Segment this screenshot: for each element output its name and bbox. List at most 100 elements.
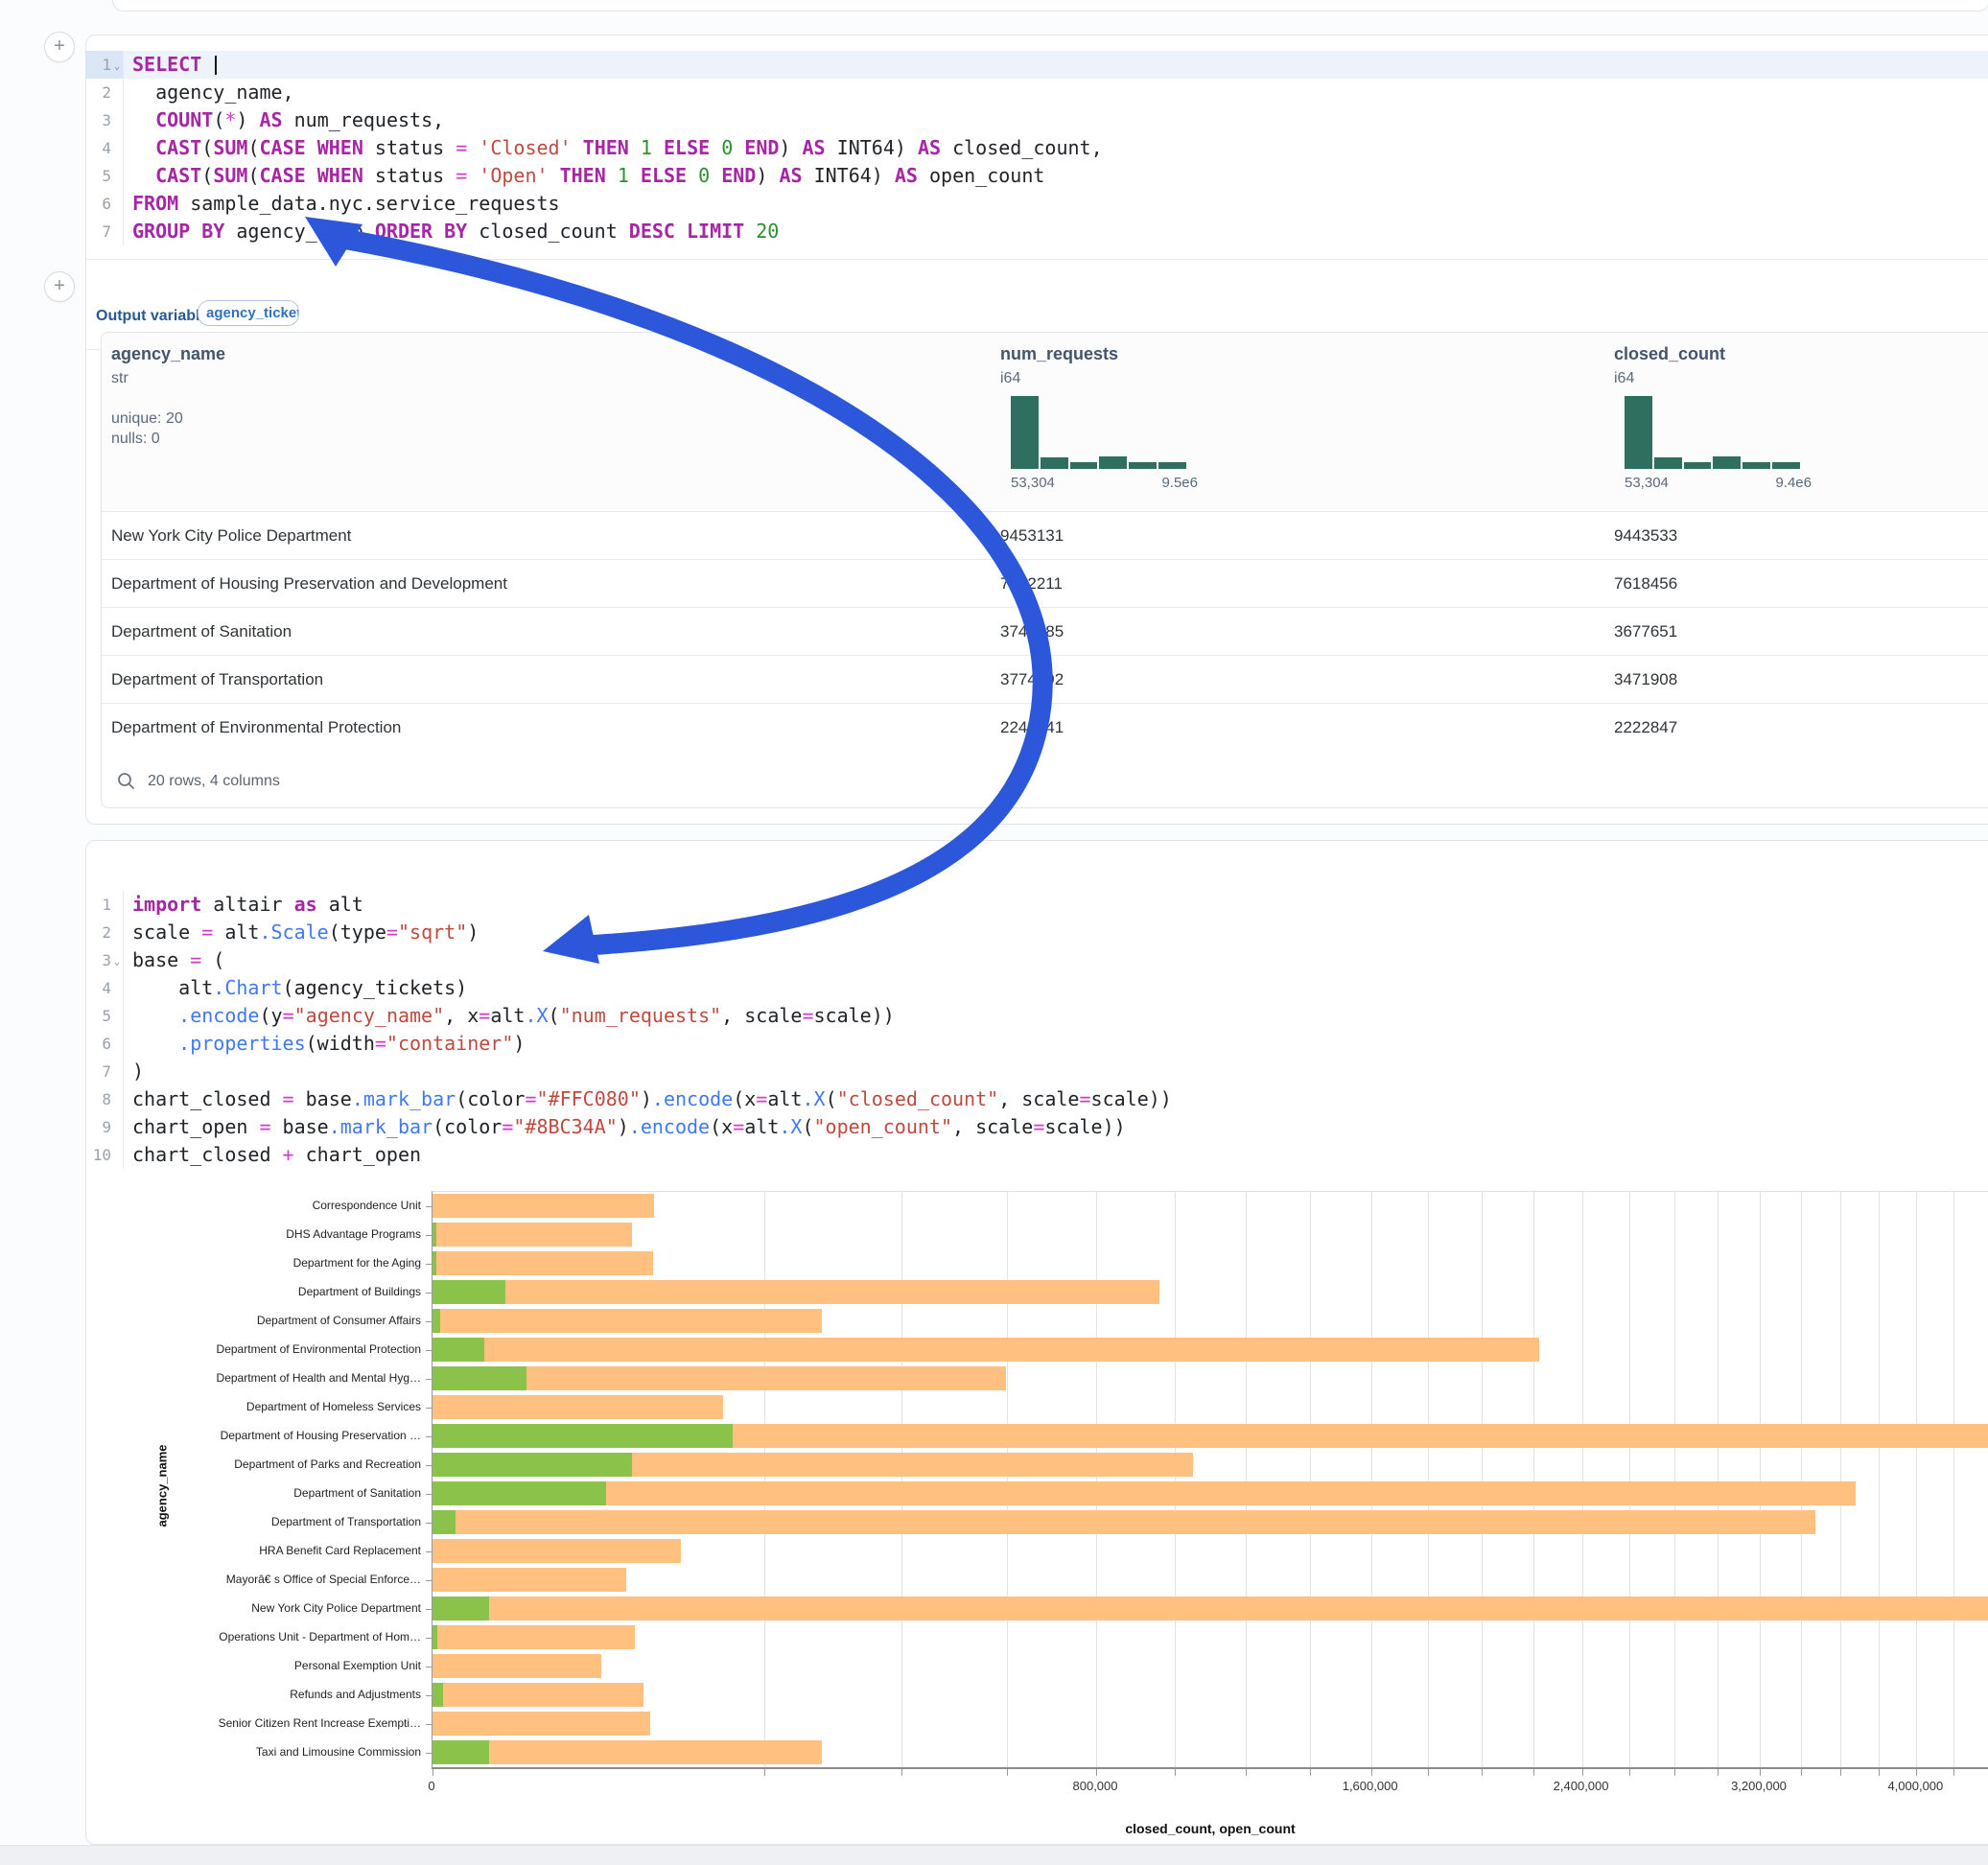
table-row[interactable]: Department of Sanitation37494853677651 (102, 607, 1988, 655)
code-token (132, 164, 155, 187)
code-line[interactable]: 1⌄SELECT (86, 51, 1988, 79)
add-cell-button[interactable]: + (44, 271, 75, 302)
code-line[interactable]: 6FROM sample_data.nyc.service_requests (86, 190, 1988, 218)
open-count-bar (433, 1683, 443, 1707)
axis-tick (1096, 1769, 1097, 1776)
code-line[interactable]: 3 COUNT(*) AS num_requests, (86, 106, 1988, 134)
horizontal-scrollbar-track[interactable] (0, 1845, 1988, 1865)
axis-tick (426, 1408, 432, 1409)
x-axis-tick-label: 800,000 (1038, 1779, 1153, 1793)
table-cell: 9443533 (1614, 512, 1677, 559)
column-header[interactable]: num_requestsi64 (1000, 333, 1118, 387)
closed-count-bar (433, 1338, 1539, 1362)
search-icon[interactable] (117, 772, 135, 790)
y-axis-label: Personal Exemption Unit (86, 1651, 421, 1680)
code-token (572, 136, 583, 159)
x-axis-tick-label: 4,000,000 (1858, 1779, 1973, 1793)
y-axis-label: Department of Sanitation (86, 1479, 421, 1507)
code-token: ELSE (641, 164, 687, 187)
y-axis-label: HRA Benefit Card Replacement (86, 1536, 421, 1565)
axis-tick (1718, 1769, 1719, 1776)
closed-count-bar (433, 1683, 643, 1707)
code-token: CASE (259, 136, 305, 159)
histogram-bar (1625, 396, 1652, 469)
axis-tick (764, 1769, 765, 1776)
line-number: 2 (86, 79, 111, 106)
python-cell: 1import altair as alt2scale = alt.Scale(… (85, 840, 1988, 1845)
axis-tick (901, 1769, 902, 1776)
table-row[interactable]: Department of Transportation377489234719… (102, 655, 1988, 703)
line-gutter: 7 (86, 218, 123, 245)
code-token: ) (779, 136, 802, 159)
add-cell-button[interactable]: + (44, 32, 75, 62)
closed-count-bar (433, 1740, 822, 1764)
y-axis-label: Taxi and Limousine Commission (86, 1737, 421, 1766)
histogram-bar (1772, 462, 1800, 469)
chart-row (433, 1221, 1988, 1249)
code-token: FROM (132, 192, 178, 215)
chart-row (433, 1278, 1988, 1307)
code-token: COUNT (155, 108, 213, 131)
code-line[interactable]: 4 CAST(SUM(CASE WHEN status = 'Closed' T… (86, 134, 1988, 162)
chart-row (433, 1393, 1988, 1422)
table-row[interactable]: Department of Environmental Protection 22… (102, 703, 1988, 751)
column-type: str (111, 370, 225, 387)
fold-spacer (111, 162, 123, 190)
table-row[interactable]: New York City Police Department945313194… (102, 512, 1988, 559)
chart-plot-area (432, 1191, 1988, 1769)
code-token: closed_count, (941, 136, 1103, 159)
y-axis-label: Department for the Aging (86, 1248, 421, 1277)
fold-spacer (111, 79, 123, 106)
code-token (675, 220, 687, 243)
code-line[interactable]: 7GROUP BY agency_name ORDER BY closed_co… (86, 218, 1988, 245)
axis-tick (426, 1609, 432, 1610)
axis-tick (426, 1206, 432, 1207)
code-token: 1 (618, 164, 629, 187)
sql-code-editor[interactable]: 1⌄SELECT 2 agency_name,3 COUNT(*) AS num… (86, 35, 1988, 245)
code-line[interactable]: 2 agency_name, (86, 79, 1988, 106)
code-token (549, 164, 560, 187)
fold-spacer (111, 134, 123, 162)
code-token: AS (918, 136, 941, 159)
y-axis-label: Correspondence Unit (86, 1191, 421, 1220)
histogram-bar (1742, 462, 1770, 469)
histogram-bar (1070, 462, 1098, 469)
code-token: INT64) (826, 136, 918, 159)
x-axis-tick-label: 0 (374, 1779, 489, 1793)
code-line[interactable]: 5 CAST(SUM(CASE WHEN status = 'Open' THE… (86, 162, 1988, 190)
code-token: 'Closed' (479, 136, 571, 159)
closed-count-bar (433, 1625, 635, 1649)
column-header[interactable]: closed_counti64 (1614, 333, 1725, 387)
open-count-bar (433, 1453, 632, 1477)
y-axis-label: Department of Environmental Protection (86, 1335, 421, 1364)
chart-row (433, 1307, 1988, 1336)
code-token: ( (201, 164, 213, 187)
table-cell: 3677651 (1614, 608, 1677, 655)
column-name: closed_count (1614, 344, 1725, 364)
code-token: ( (213, 108, 224, 131)
table-cell: 2240041 (1000, 704, 1064, 751)
fold-chevron-icon[interactable]: ⌄ (111, 51, 123, 79)
x-axis-title: closed_count, open_count (432, 1821, 1988, 1836)
code-text: agency_name, (123, 79, 1988, 106)
axis-tick (1629, 1769, 1630, 1776)
histogram-bar (1099, 456, 1127, 469)
closed-count-bar (433, 1309, 822, 1333)
code-token: num_requests, (283, 108, 445, 131)
code-token (132, 136, 155, 159)
table-cell: Department of Housing Preservation and D… (111, 560, 507, 607)
output-variable-pill[interactable]: agency_tickets (198, 300, 299, 326)
column-header[interactable]: agency_namestrunique: 20nulls: 0 (111, 333, 225, 449)
code-token: THEN (560, 164, 606, 187)
axis-tick (1840, 1769, 1841, 1776)
table-row[interactable]: Department of Housing Preservation and D… (102, 559, 1988, 607)
closed-count-bar (433, 1280, 1159, 1304)
code-token: LIMIT (687, 220, 744, 243)
axis-tick (426, 1379, 432, 1380)
chart-row (433, 1422, 1988, 1451)
table-cell: 3471908 (1614, 656, 1677, 703)
code-token: sample_data.nyc.service_requests (178, 192, 559, 215)
code-token (710, 164, 721, 187)
code-token: SUM (213, 164, 247, 187)
table-cell: Department of Environmental Protection (111, 704, 401, 751)
